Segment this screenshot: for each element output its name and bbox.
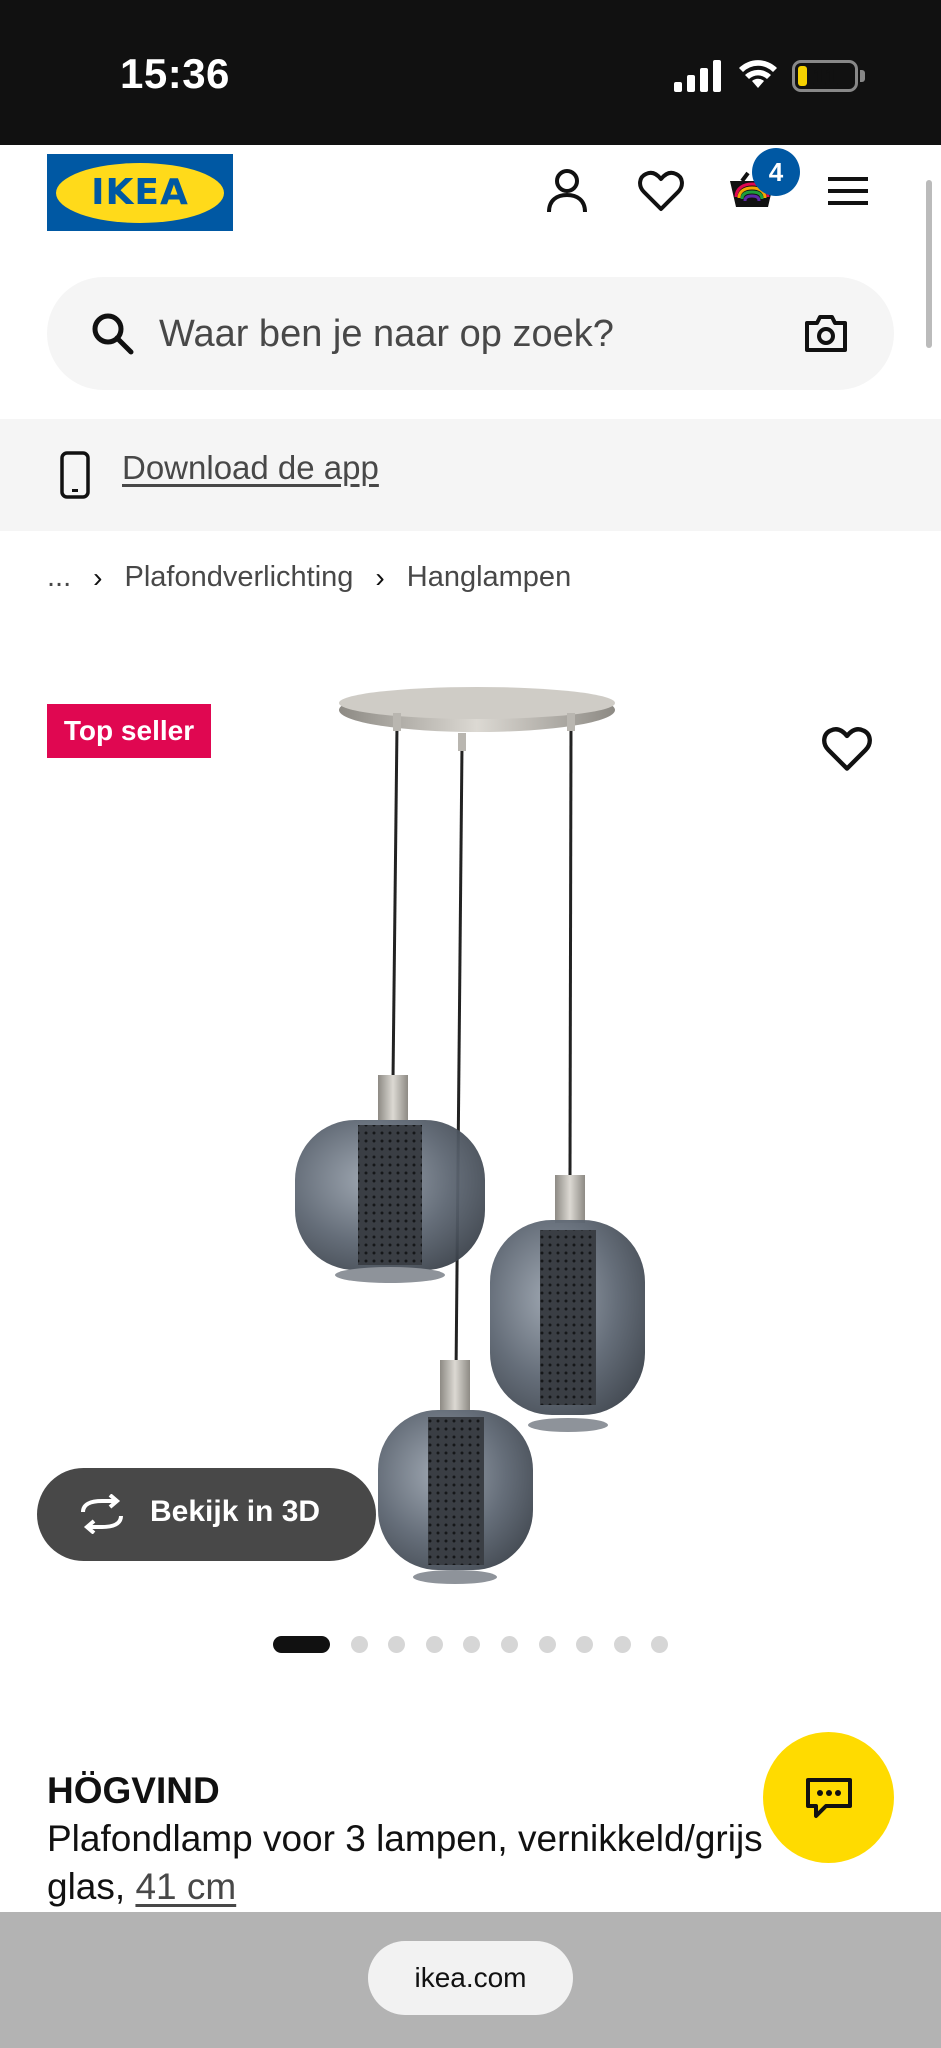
smartphone-icon <box>60 451 90 499</box>
scroll-indicator <box>926 180 932 348</box>
chat-bubble-icon <box>805 1777 852 1818</box>
chat-button[interactable] <box>763 1732 894 1863</box>
logo-text: IKEA <box>91 172 189 213</box>
carousel-dot[interactable] <box>576 1636 594 1653</box>
product-name: HÖGVIND <box>47 1770 220 1811</box>
battery-level: 11 <box>812 64 838 91</box>
carousel-dot-active[interactable] <box>273 1636 330 1653</box>
carousel-dot[interactable] <box>463 1636 481 1653</box>
product-image[interactable] <box>290 665 670 1605</box>
carousel-dot[interactable] <box>538 1636 556 1653</box>
carousel-dot[interactable] <box>350 1636 368 1653</box>
breadcrumb: ... › Plafondverlichting › Hanglampen <box>47 561 571 594</box>
search-icon <box>92 313 134 355</box>
cellular-signal-icon <box>674 60 721 92</box>
download-app-link[interactable]: Download de app <box>122 449 379 487</box>
carousel-dot[interactable] <box>500 1636 518 1653</box>
rotate-3d-icon <box>81 1494 123 1534</box>
breadcrumb-item-hanglampen[interactable]: Hanglampen <box>407 561 571 594</box>
app-download-banner[interactable]: Download de app <box>0 419 941 531</box>
product-size-link[interactable]: 41 cm <box>135 1866 236 1907</box>
view-in-3d-label: Bekijk in 3D <box>150 1495 321 1528</box>
chevron-right-icon: › <box>375 561 385 593</box>
browser-bottom-bar: ikea.com <box>0 1912 941 2048</box>
breadcrumb-item-plafondverlichting[interactable]: Plafondverlichting <box>125 561 354 594</box>
status-bar: 15:36 11 <box>0 0 941 145</box>
carousel-dot[interactable] <box>388 1636 406 1653</box>
status-time: 15:36 <box>120 50 230 97</box>
menu-hamburger-icon[interactable] <box>823 166 873 216</box>
view-in-3d-button[interactable]: Bekijk in 3D <box>37 1468 376 1561</box>
product-description: Plafondlamp voor 3 lampen, vernikkeld/gr… <box>47 1815 807 1911</box>
carousel-dot[interactable] <box>425 1636 443 1653</box>
search-bar[interactable]: Waar ben je naar op zoek? <box>47 277 894 390</box>
wifi-icon <box>739 60 777 88</box>
image-carousel-dots <box>273 1636 689 1653</box>
carousel-dot[interactable] <box>651 1636 669 1653</box>
add-to-favorites-heart-icon[interactable] <box>822 724 872 774</box>
camera-search-icon[interactable] <box>803 310 849 356</box>
top-seller-badge: Top seller <box>47 704 211 758</box>
account-icon[interactable] <box>542 166 592 216</box>
url-address-bar[interactable]: ikea.com <box>368 1941 573 2015</box>
ikea-logo[interactable]: IKEA <box>47 154 233 231</box>
cart-count-badge: 4 <box>752 148 800 196</box>
favorites-heart-icon[interactable] <box>636 166 686 216</box>
breadcrumb-ellipsis[interactable]: ... <box>47 561 71 594</box>
search-input[interactable]: Waar ben je naar op zoek? <box>159 313 614 356</box>
chevron-right-icon: › <box>93 561 103 593</box>
carousel-dot[interactable] <box>613 1636 631 1653</box>
battery-icon: 11 <box>792 60 858 92</box>
